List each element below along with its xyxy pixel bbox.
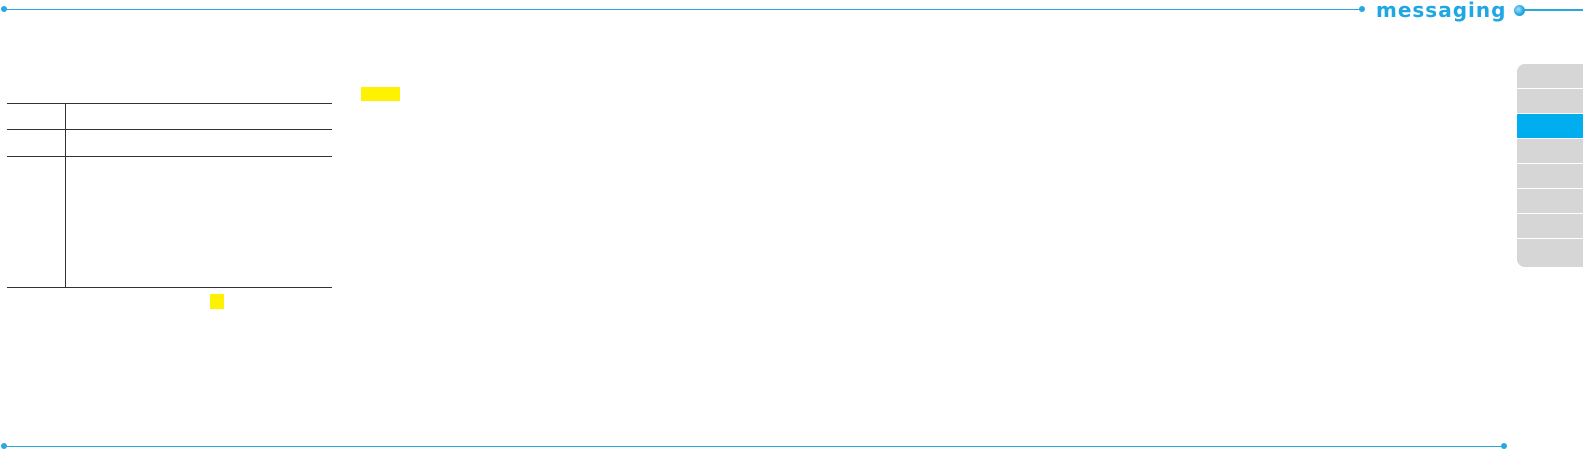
table-rule-top: [7, 103, 332, 104]
section-bullet-line: [1522, 9, 1583, 11]
bottom-right-dot-icon: [1501, 443, 1507, 449]
table-rule: [7, 156, 332, 157]
bottom-left-dot-icon: [1, 443, 7, 449]
chapter-tab-strip: [1517, 64, 1583, 267]
section-title: messaging: [1376, 0, 1507, 22]
top-left-dot-icon: [1, 6, 7, 12]
chapter-tab-3-active[interactable]: [1517, 114, 1583, 139]
table-column-divider: [65, 103, 66, 288]
table-rule: [7, 129, 332, 130]
chapter-tab-6[interactable]: [1517, 189, 1583, 214]
chapter-tab-7[interactable]: [1517, 214, 1583, 239]
highlight-mark: [361, 87, 400, 101]
highlight-mark: [210, 294, 224, 309]
chapter-tab-8[interactable]: [1517, 239, 1583, 267]
top-right-dot-icon: [1359, 6, 1365, 12]
chapter-tab-5[interactable]: [1517, 164, 1583, 189]
chapter-tab-1[interactable]: [1517, 64, 1583, 89]
content-table: [7, 103, 332, 288]
bottom-divider-line: [4, 446, 1504, 447]
chapter-tab-2[interactable]: [1517, 89, 1583, 114]
table-rule-bottom: [7, 287, 332, 288]
chapter-tab-4[interactable]: [1517, 139, 1583, 164]
top-divider-line: [4, 9, 1362, 10]
